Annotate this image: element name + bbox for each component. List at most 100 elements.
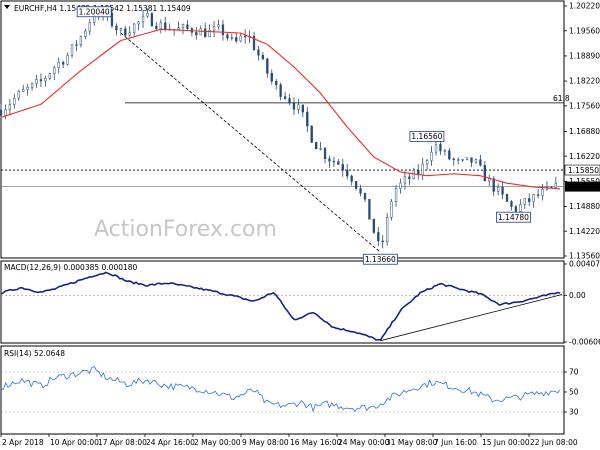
candle (261, 51, 265, 61)
candle (390, 199, 393, 221)
macd-y-tick: 0.004071 (569, 260, 600, 269)
svg-text:1.20040: 1.20040 (79, 8, 110, 17)
candle (337, 158, 340, 165)
x-axis-tick: 24 May 00:00 (338, 438, 390, 447)
candle (394, 184, 398, 207)
candle (8, 99, 12, 115)
candle (150, 11, 154, 27)
candle (554, 176, 557, 188)
candle (88, 18, 91, 36)
candle (474, 158, 478, 164)
candle (425, 158, 429, 170)
price-level-box-0: 1.20040 (76, 6, 112, 18)
candle (408, 173, 411, 186)
candle (221, 19, 225, 41)
candle (372, 218, 376, 235)
svg-text:1.13660: 1.13660 (365, 255, 396, 264)
svg-text:1.14780: 1.14780 (498, 213, 529, 222)
x-axis-tick: 24 Apr 16:00 (146, 438, 195, 447)
candle (190, 27, 194, 37)
candle (186, 20, 189, 31)
price-level-box-1: 1.16560 (409, 130, 445, 142)
candle (457, 157, 460, 165)
candle (57, 57, 60, 74)
candle (44, 75, 47, 87)
candle (430, 145, 433, 166)
y-axis-layer: 1.20220 1.19560 1.18890 1.18220 1.17560 1.168… (564, 2, 600, 417)
candle (346, 163, 349, 180)
candle (483, 161, 486, 182)
candle (528, 193, 531, 207)
candle (133, 23, 136, 36)
candle (292, 97, 296, 115)
price-y-tick: 1.18220 (569, 77, 600, 86)
rsi-y-tick: 70 (569, 368, 579, 377)
candle (181, 23, 185, 35)
candle (306, 107, 309, 133)
x-axis-tick: 17 Apr 08:00 (98, 438, 147, 447)
candle (84, 28, 87, 40)
candle (323, 147, 327, 164)
price-y-tick: 1.16880 (569, 127, 600, 136)
rsi-line (0, 365, 561, 413)
candle (230, 33, 233, 41)
level-price-box: 1.15850 (564, 164, 600, 176)
x-axis-tick: 15 Jun 00:00 (482, 438, 530, 447)
candle (519, 198, 522, 214)
candle (496, 183, 500, 196)
candle (212, 20, 216, 37)
candle (368, 199, 371, 220)
candle (377, 227, 380, 247)
rsi-layer (0, 365, 564, 413)
x-axis-layer: 2 Apr 2018 10 Apr 00:00 17 Apr 08:00 24 Apr… (0, 434, 578, 447)
candle (270, 69, 273, 85)
candle (61, 60, 65, 69)
x-axis-tick: 31 May 08:00 (386, 438, 438, 447)
candle (0, 103, 3, 118)
price-level-box-3: 1.13660 (362, 253, 398, 265)
price-y-tick: 1.14220 (569, 227, 600, 236)
x-axis-tick: 16 May 16:00 (290, 438, 342, 447)
candle (501, 182, 504, 200)
collapse-triangle-icon (4, 5, 10, 9)
candle (115, 23, 118, 36)
rsi-y-tick: 50 (569, 388, 579, 397)
candle (243, 29, 247, 44)
candle (536, 189, 540, 199)
candle (417, 164, 420, 180)
price-panel-frame (0, 0, 565, 259)
candle (301, 104, 304, 118)
x-axis-tick: 7 Jun 16:00 (434, 438, 477, 447)
macd-line (0, 271, 561, 341)
candle (208, 24, 211, 38)
price-y-tick: 1.17560 (569, 101, 600, 110)
candle (288, 93, 291, 106)
price-y-tick: 1.16220 (569, 152, 600, 161)
candle (119, 27, 122, 36)
candle (532, 193, 535, 208)
price-y-tick: 1.19560 (569, 26, 600, 35)
candle (257, 46, 260, 61)
candle (155, 21, 158, 31)
candle (523, 198, 526, 210)
macd-panel-frame (0, 260, 565, 344)
candle (381, 235, 384, 249)
candle (465, 157, 469, 161)
x-axis-tick: 10 Apr 00:00 (50, 438, 99, 447)
candle (319, 142, 322, 151)
candle (297, 98, 300, 114)
candle (488, 174, 491, 187)
candle (452, 157, 455, 166)
candle (332, 156, 336, 167)
x-axis-tick: 2 May 00:00 (194, 438, 241, 447)
candle (434, 139, 438, 156)
svg-text:1.15409: 1.15409 (568, 182, 599, 191)
watermark: ActionForex.com (94, 217, 277, 242)
candle (22, 84, 25, 92)
candle (177, 21, 180, 30)
price-y-tick: 1.18890 (569, 52, 600, 61)
candle (354, 180, 358, 191)
candle (315, 141, 318, 150)
candle (448, 147, 451, 161)
candle (217, 19, 220, 30)
